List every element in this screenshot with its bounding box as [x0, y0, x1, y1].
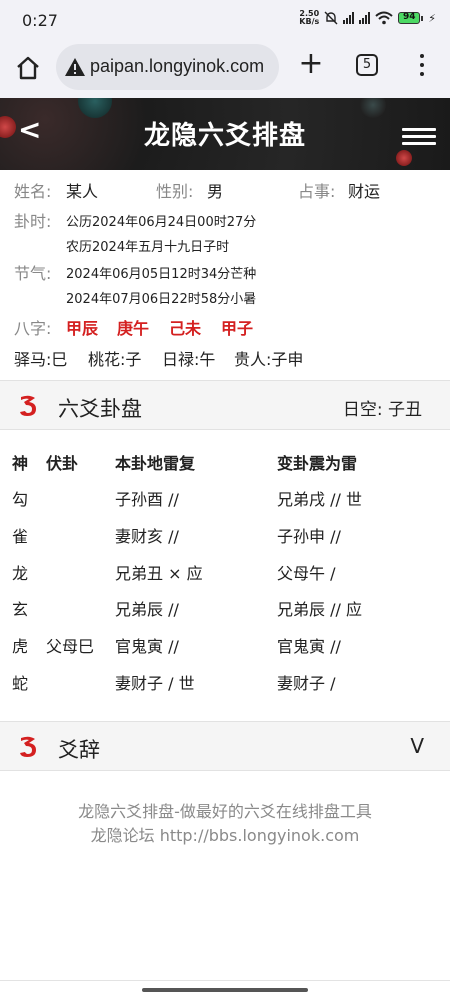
gua-time-lunar: 农历2024年五月十九日子时 — [66, 240, 230, 255]
row4-ben: 兄弟辰 // — [115, 600, 179, 619]
status-bar: 0:27 2.50 KB/s 94 ⚡ — [0, 0, 450, 40]
browser-toolbar: paipan.longyinok.com + 5 — [0, 40, 450, 98]
day-kong: 日空: 子丑 — [343, 395, 422, 420]
row3-ben: 兄弟丑 × 应 — [115, 564, 203, 583]
decor-bubble — [396, 150, 412, 166]
browser-menu-icon[interactable] — [414, 52, 430, 78]
dragon-logo-icon — [20, 395, 36, 416]
footer: 龙隐六爻排盘-做最好的六爻在线排盘工具 龙隐论坛 http://bbs.long… — [0, 800, 450, 848]
bazi-label: 八字: — [14, 319, 52, 338]
gua-section-header: 六爻卦盘 日空: 子丑 — [0, 380, 450, 430]
day-kong-value: 子丑 — [388, 400, 422, 420]
col-header-bian: 变卦震为雷 — [277, 454, 358, 473]
shensha-guiren: 贵人:子申 — [234, 350, 304, 369]
gesture-nav-bar[interactable] — [142, 988, 308, 992]
row2-bian: 子孙申 // — [277, 527, 341, 546]
col-header-shen: 神 — [12, 454, 29, 473]
row5-bian: 官鬼寅 // — [277, 637, 341, 656]
mute-bell-icon — [324, 11, 338, 25]
shensha-rilu: 日禄:午 — [162, 350, 216, 369]
row2-ben: 妻财亥 // — [115, 527, 179, 546]
warning-icon[interactable] — [64, 57, 86, 77]
gua-section-title: 六爻卦盘 — [58, 397, 142, 421]
row6-shen: 蛇 — [12, 674, 29, 693]
basic-info-row: 姓名: 某人 性别: 男 占事: 财运 — [14, 178, 444, 201]
page-title: 龙隐六爻排盘 — [143, 121, 306, 151]
row1-shen: 勾 — [12, 490, 29, 509]
divider — [0, 980, 450, 981]
col-header-fu: 伏卦 — [46, 454, 79, 473]
name-label: 姓名: — [14, 182, 52, 201]
footer-forum-link[interactable]: 龙隐论坛 http://bbs.longyinok.com — [0, 824, 450, 848]
address-bar[interactable]: paipan.longyinok.com — [56, 44, 279, 90]
url-text[interactable]: paipan.longyinok.com — [90, 56, 264, 77]
signal-icon — [343, 12, 355, 24]
yaoci-section-title: 爻辞 — [58, 738, 100, 762]
wifi-icon — [375, 11, 393, 25]
bazi-row: 八字: 甲辰 庚午 己未 甲子 — [14, 315, 253, 339]
bazi-hour: 甲子 — [221, 319, 254, 338]
row4-shen: 玄 — [12, 600, 29, 619]
row2-shen: 雀 — [12, 527, 29, 546]
gender-value: 男 — [207, 182, 224, 201]
row6-bian: 妻财子 / — [277, 674, 336, 693]
matter-value: 财运 — [348, 182, 381, 201]
dragon-logo-icon — [20, 736, 36, 757]
row5-shen: 虎 — [12, 637, 29, 656]
matter-label: 占事: — [298, 182, 336, 201]
row4-bian: 兄弟辰 // 应 — [277, 600, 362, 619]
row6-ben: 妻财子 / 世 — [115, 674, 195, 693]
bazi-month: 庚午 — [117, 319, 150, 338]
home-icon[interactable] — [14, 54, 42, 82]
gender-label: 性别: — [156, 182, 194, 201]
new-tab-button[interactable]: + — [296, 49, 326, 80]
gua-time-solar: 公历2024年06月24日00时27分 — [66, 215, 257, 230]
signal-icon-2 — [359, 12, 371, 24]
shensha-yima: 驿马:巳 — [14, 350, 68, 369]
network-speed: 2.50 KB/s — [299, 9, 320, 26]
bazi-year: 甲辰 — [66, 319, 99, 338]
expand-chevron-icon[interactable]: V — [410, 734, 424, 758]
row3-bian: 父母午 / — [277, 564, 336, 583]
hamburger-menu-icon[interactable] — [402, 128, 436, 146]
jieqi-current: 2024年06月05日12时34分芒种 — [66, 267, 257, 282]
app-header: < 龙隐六爻排盘 — [0, 98, 450, 170]
footer-slogan: 龙隐六爻排盘-做最好的六爻在线排盘工具 — [78, 802, 372, 821]
status-icons: 2.50 KB/s 94 ⚡ — [299, 10, 436, 26]
tab-switcher-button[interactable]: 5 — [356, 54, 378, 76]
bazi-day: 己未 — [169, 319, 202, 338]
row5-fu: 父母巳 — [46, 637, 95, 656]
col-header-ben: 本卦地雷复 — [115, 454, 196, 473]
row5-ben: 官鬼寅 // — [115, 637, 179, 656]
row1-bian: 兄弟戌 // 世 — [277, 490, 362, 509]
battery-icon: 94 — [398, 12, 424, 24]
row3-shen: 龙 — [12, 564, 29, 583]
jieqi-label: 节气: — [14, 264, 52, 283]
shensha-taohua: 桃花:子 — [88, 350, 142, 369]
gua-time-label: 卦时: — [14, 212, 52, 231]
jieqi-next: 2024年07月06日22时58分小暑 — [66, 292, 257, 307]
clock: 0:27 — [22, 11, 58, 30]
name-value: 某人 — [66, 182, 99, 201]
charging-icon: ⚡ — [428, 11, 436, 25]
row1-ben: 子孙酉 // — [115, 490, 179, 509]
yaoci-section-header[interactable]: 爻辞 V — [0, 721, 450, 771]
day-kong-label: 日空: — [342, 400, 383, 420]
